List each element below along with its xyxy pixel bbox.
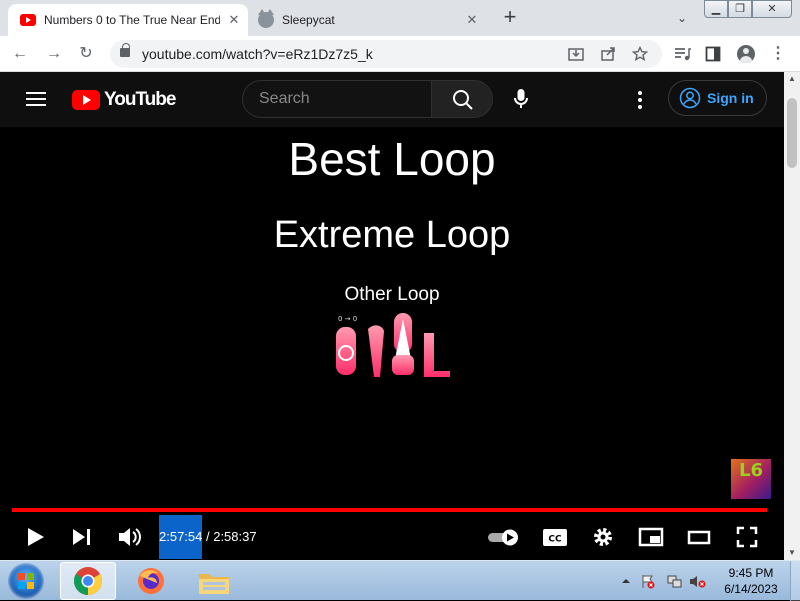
volume-muted-icon[interactable] xyxy=(690,576,706,588)
address-bar[interactable]: youtube.com/watch?v=eRz1Dz7z5_k xyxy=(110,40,662,68)
browser-tab-strip: Numbers 0 to The True Near End ✕ Sleepyc… xyxy=(0,0,800,36)
scrollbar-thumb[interactable] xyxy=(787,98,797,168)
tab-title: Sleepycat xyxy=(282,13,335,27)
time-display: 2:57:54 / 2:58:37 xyxy=(159,515,257,559)
youtube-logo-icon xyxy=(72,90,100,110)
fullscreen-button[interactable] xyxy=(735,522,759,552)
svg-text:CC: CC xyxy=(548,535,562,545)
youtube-favicon-icon xyxy=(20,14,36,26)
play-icon xyxy=(28,528,44,546)
video-text-other-loop: Other Loop xyxy=(344,284,440,305)
total-time: 2:58:37 xyxy=(213,529,257,544)
search-button[interactable] xyxy=(431,80,493,118)
closed-captions-icon: CC xyxy=(543,529,567,546)
theater-mode-icon xyxy=(687,530,711,545)
search-box[interactable] xyxy=(242,80,431,118)
video-player[interactable]: Best Loop Extreme Loop Other Loop 0 → 0 … xyxy=(0,127,784,560)
firefox-icon xyxy=(138,568,164,594)
media-controls-icon[interactable] xyxy=(673,46,691,62)
url-text[interactable]: youtube.com/watch?v=eRz1Dz7z5_k xyxy=(142,40,373,68)
autoplay-icon xyxy=(488,529,518,546)
video-text-extreme-loop: Extreme Loop xyxy=(273,214,511,256)
current-time: 2:57:54 xyxy=(159,515,203,559)
youtube-header: YouTube Sign in xyxy=(0,72,784,127)
play-button[interactable] xyxy=(24,522,48,552)
skip-next-icon xyxy=(73,529,90,545)
kebab-menu-icon[interactable]: ⋮ xyxy=(766,42,790,66)
number-characters-figure: 0 → 0 xyxy=(336,313,450,377)
window-close-button[interactable]: ✕ xyxy=(752,0,792,18)
tab-title: Numbers 0 to The True Near End xyxy=(44,13,220,27)
action-center-flag-icon[interactable] xyxy=(642,575,655,589)
progress-bar[interactable] xyxy=(12,508,767,512)
share-icon[interactable] xyxy=(600,46,616,62)
taskbar-file-explorer[interactable] xyxy=(186,562,242,600)
microphone-icon xyxy=(514,89,528,108)
scroll-down-arrow-icon[interactable]: ▼ xyxy=(788,548,796,557)
taskbar-chrome[interactable] xyxy=(60,562,116,600)
hamburger-menu-icon[interactable] xyxy=(26,91,46,107)
taskbar-firefox[interactable] xyxy=(123,562,179,600)
system-tray xyxy=(618,573,714,594)
side-panel-icon[interactable] xyxy=(705,46,721,62)
clock-time: 9:45 PM xyxy=(728,566,774,580)
fullscreen-icon xyxy=(736,526,758,548)
search-icon xyxy=(453,90,473,110)
gear-icon xyxy=(594,528,612,546)
restore-button[interactable]: ❐ xyxy=(728,0,752,18)
forward-arrow-icon[interactable]: → xyxy=(42,42,66,66)
tab-youtube[interactable]: Numbers 0 to The True Near End ✕ xyxy=(8,4,248,36)
network-icon[interactable] xyxy=(667,575,682,588)
back-arrow-icon[interactable]: ← xyxy=(8,42,32,66)
tab-sleepycat[interactable]: Sleepycat ✕ xyxy=(250,4,486,36)
clock-date: 6/14/2023 xyxy=(724,582,778,596)
subtitles-button[interactable]: CC xyxy=(542,522,568,552)
sign-in-button[interactable]: Sign in xyxy=(668,80,767,116)
autoplay-toggle[interactable] xyxy=(486,522,522,552)
video-text-best-loop: Best Loop xyxy=(288,133,496,185)
miniplayer-button[interactable] xyxy=(638,522,664,552)
system-clock[interactable]: 9:45 PM 6/14/2023 xyxy=(718,565,784,597)
youtube-logo[interactable]: YouTube xyxy=(72,89,176,111)
windows-logo-icon xyxy=(18,573,34,589)
lock-icon[interactable] xyxy=(120,43,130,57)
browser-toolbar: ← → ↻ youtube.com/watch?v=eRz1Dz7z5_k ⋮ xyxy=(0,36,800,72)
avatar-icon xyxy=(737,45,755,63)
theater-mode-button[interactable] xyxy=(687,522,711,552)
volume-icon xyxy=(119,528,141,546)
settings-button[interactable] xyxy=(591,522,615,552)
channel-watermark-logo[interactable]: L6 xyxy=(731,459,771,499)
show-hidden-icons-icon[interactable] xyxy=(622,579,630,583)
mute-button[interactable] xyxy=(117,522,143,552)
minimize-button[interactable]: ▁ xyxy=(704,0,728,18)
search-input[interactable] xyxy=(243,81,431,117)
cat-favicon-icon xyxy=(258,9,274,28)
windows-taskbar: 9:45 PM 6/14/2023 xyxy=(0,560,800,601)
account-circle-icon xyxy=(679,87,701,109)
chrome-icon xyxy=(74,567,102,595)
chevron-down-icon[interactable]: ⌄ xyxy=(672,8,692,28)
install-app-icon[interactable] xyxy=(568,46,584,62)
page-scrollbar[interactable]: ▲ ▼ xyxy=(784,72,800,560)
miniplayer-icon xyxy=(638,527,664,547)
youtube-logo-text: YouTube xyxy=(104,89,176,110)
file-explorer-icon xyxy=(199,574,229,594)
voice-search-button[interactable] xyxy=(502,80,540,118)
next-button[interactable] xyxy=(70,522,94,552)
start-button[interactable] xyxy=(8,563,44,599)
scroll-up-arrow-icon[interactable]: ▲ xyxy=(788,74,796,83)
bookmark-star-icon[interactable] xyxy=(632,46,648,62)
close-icon[interactable]: ✕ xyxy=(226,12,242,28)
time-separator: / xyxy=(202,529,214,544)
more-options-icon[interactable] xyxy=(628,88,652,112)
new-tab-button[interactable]: + xyxy=(496,6,524,30)
reload-icon[interactable]: ↻ xyxy=(74,42,98,66)
close-icon[interactable]: ✕ xyxy=(464,12,480,28)
profile-avatar[interactable] xyxy=(734,42,758,66)
sign-in-label: Sign in xyxy=(707,90,754,106)
figure-label: 0 → 0 xyxy=(338,315,357,323)
show-desktop-button[interactable] xyxy=(790,561,800,601)
